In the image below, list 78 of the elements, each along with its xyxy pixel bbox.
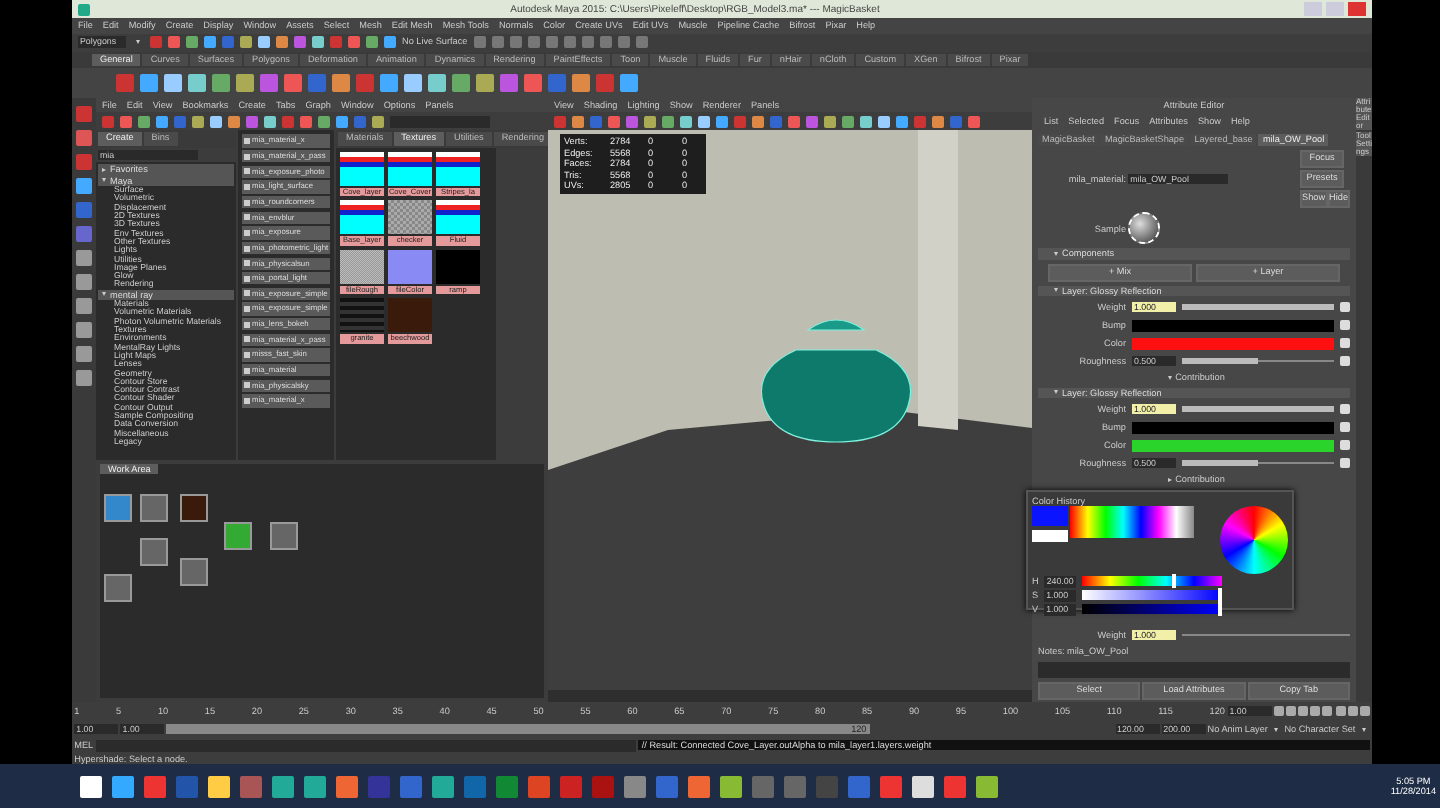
node-icon — [244, 306, 250, 313]
shader-node[interactable] — [270, 521, 298, 550]
node-icon — [244, 168, 250, 175]
slider-handle[interactable] — [1182, 304, 1334, 311]
node-icon — [244, 153, 250, 160]
node-icon — [244, 382, 250, 389]
slider-handle[interactable] — [1182, 358, 1258, 365]
swatch-thumbnail[interactable] — [388, 151, 432, 186]
expand-arrow-icon[interactable] — [1167, 477, 1172, 482]
taskbar-app-icon[interactable] — [272, 775, 294, 797]
taskbar-app-icon[interactable] — [208, 775, 230, 797]
app-logo-icon[interactable] — [78, 3, 90, 15]
taskbar-app-icon[interactable] — [688, 775, 710, 797]
expand-arrow-icon[interactable] — [102, 167, 106, 172]
search-field[interactable] — [390, 115, 490, 128]
caret-icon[interactable] — [136, 40, 140, 44]
swatch-thumbnail[interactable] — [388, 249, 432, 284]
shader-node[interactable] — [104, 493, 132, 522]
color-swatch[interactable] — [1132, 337, 1334, 350]
slider-thumb[interactable] — [1218, 588, 1223, 603]
swatch-thumbnail[interactable] — [340, 200, 384, 235]
taskbar-app-icon[interactable] — [976, 775, 998, 797]
color-slider[interactable] — [1082, 590, 1223, 601]
color-slider[interactable] — [1082, 604, 1223, 615]
swatch-thumbnail[interactable] — [436, 151, 480, 186]
color-swatch[interactable] — [1132, 421, 1334, 434]
slider-handle[interactable] — [1182, 460, 1258, 467]
shader-node[interactable] — [224, 521, 252, 550]
node-icon — [244, 199, 250, 206]
swatch-thumbnail[interactable] — [388, 200, 432, 235]
taskbar-app-icon[interactable] — [720, 775, 742, 797]
taskbar-app-icon[interactable] — [112, 775, 134, 797]
slider-thumb[interactable] — [1218, 602, 1223, 617]
node-icon — [244, 260, 250, 267]
expand-arrow-icon[interactable] — [1167, 375, 1172, 380]
node-icon — [244, 290, 250, 297]
color-history-grid[interactable] — [1070, 506, 1195, 539]
color-swatch[interactable] — [1132, 439, 1334, 452]
caret-icon[interactable] — [1274, 727, 1279, 731]
node-icon — [244, 367, 250, 374]
command-field[interactable] — [95, 739, 636, 751]
node-icon — [244, 336, 250, 343]
swatch-thumbnail[interactable] — [436, 200, 480, 235]
node-icon — [244, 138, 250, 145]
swatch-thumbnail[interactable] — [436, 249, 480, 284]
taskbar-app-icon[interactable] — [336, 775, 358, 797]
taskbar-app-icon[interactable] — [304, 775, 326, 797]
windows-start-icon[interactable] — [80, 775, 102, 797]
notes-field[interactable] — [1038, 661, 1350, 678]
caret-icon[interactable] — [1361, 727, 1366, 731]
shader-node[interactable] — [140, 537, 168, 566]
current-color-swatch[interactable] — [1032, 506, 1068, 527]
color-wheel-icon[interactable] — [1220, 506, 1288, 575]
shader-node[interactable] — [140, 493, 168, 522]
color-slider[interactable] — [1082, 576, 1223, 587]
node-icon — [244, 245, 250, 252]
swatch-thumbnail[interactable] — [388, 298, 432, 333]
swatch-thumbnail[interactable] — [340, 151, 384, 186]
swatch-thumbnail[interactable] — [340, 249, 384, 284]
swatch-thumbnail[interactable] — [340, 298, 384, 333]
previous-color-swatch[interactable] — [1032, 529, 1068, 542]
node-icon — [244, 229, 250, 236]
node-icon — [244, 214, 250, 221]
vase-drawing[interactable] — [760, 320, 912, 444]
sample-sphere-icon — [1128, 212, 1161, 245]
shader-node[interactable] — [180, 493, 208, 522]
slider-thumb[interactable] — [1172, 574, 1177, 589]
node-icon — [244, 397, 250, 404]
node-icon — [244, 352, 250, 359]
shader-node[interactable] — [180, 557, 208, 586]
node-icon — [244, 275, 250, 282]
node-icon — [244, 183, 250, 190]
slider-handle[interactable] — [1182, 406, 1334, 413]
taskbar-app-icon[interactable] — [912, 775, 934, 797]
color-swatch[interactable] — [1132, 319, 1334, 332]
node-icon — [244, 321, 250, 328]
taskbar-app-icon[interactable] — [432, 775, 454, 797]
shader-node[interactable] — [104, 573, 132, 602]
